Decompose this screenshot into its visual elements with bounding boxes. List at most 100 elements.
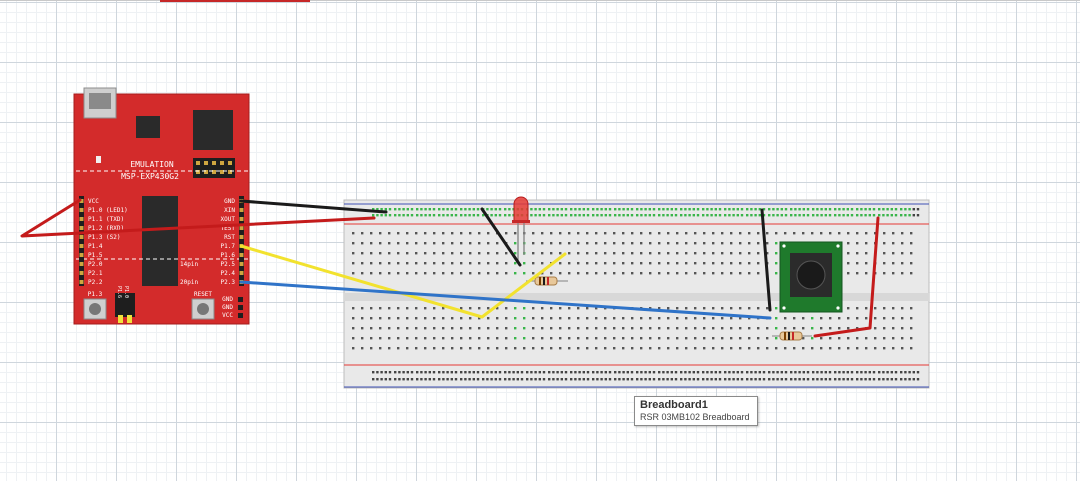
rail-hole	[468, 378, 471, 381]
rail-hole	[718, 214, 722, 217]
rail-hole	[710, 214, 713, 217]
rail-hole	[856, 208, 859, 211]
terminal-hole	[892, 272, 895, 275]
terminal-hole	[658, 242, 661, 245]
rail-hole	[838, 371, 841, 374]
rail-hole	[908, 214, 911, 217]
left-pin-label: P2.2	[88, 279, 103, 286]
rail-hole	[696, 378, 700, 381]
terminal-hole	[370, 317, 373, 320]
terminal-hole	[586, 232, 589, 235]
terminal-hole	[757, 337, 760, 340]
terminal-hole	[775, 347, 778, 350]
rail-hole	[710, 371, 713, 374]
rail-hole	[706, 378, 709, 381]
rail-hole	[714, 378, 717, 381]
terminal-hole	[496, 272, 499, 275]
terminal-hole	[847, 232, 850, 235]
terminal-hole	[568, 337, 571, 340]
rail-hole	[706, 208, 709, 211]
rail-hole	[446, 371, 449, 374]
rail-hole	[596, 378, 599, 381]
terminal-hole	[640, 242, 643, 245]
terminal-hole	[892, 242, 895, 245]
terminal-hole	[415, 252, 418, 255]
rail-hole	[582, 208, 585, 211]
terminal-hole	[622, 317, 625, 320]
rail-hole	[904, 214, 907, 217]
schematic-canvas[interactable]: EMULATION MSP-EXP430G2 VCC P1.0 (LED1) P1.…	[0, 0, 1080, 481]
rail-hole	[794, 208, 797, 211]
terminal-hole	[514, 317, 517, 320]
rail-hole	[872, 214, 876, 217]
rail-hole	[490, 378, 493, 381]
rail-hole	[482, 378, 485, 381]
rail-hole	[424, 208, 427, 211]
terminal-hole	[883, 242, 886, 245]
terminal-hole	[910, 242, 913, 245]
rail-hole	[504, 214, 507, 217]
reset-button-cap-icon	[197, 303, 209, 315]
terminal-hole	[838, 347, 841, 350]
terminal-hole	[388, 347, 391, 350]
terminal-hole	[379, 242, 382, 245]
terminal-hole	[361, 242, 364, 245]
rail-hole	[860, 214, 863, 217]
terminal-hole	[739, 242, 742, 245]
terminal-hole	[523, 272, 526, 275]
terminal-hole	[658, 272, 661, 275]
terminal-hole	[361, 327, 364, 330]
rail-hole	[472, 214, 475, 217]
rail-hole	[596, 371, 599, 374]
left-pin-icon	[79, 226, 84, 230]
terminal-hole	[865, 307, 868, 310]
right-pin-label: XOUT	[221, 216, 236, 223]
rail-hole	[520, 378, 524, 381]
rail-hole	[530, 378, 533, 381]
terminal-hole	[640, 232, 643, 235]
terminal-hole	[910, 337, 913, 340]
rail-hole	[714, 214, 717, 217]
terminal-hole	[739, 252, 742, 255]
terminal-hole	[595, 272, 598, 275]
terminal-hole	[433, 327, 436, 330]
terminal-hole	[514, 262, 517, 265]
terminal-hole	[388, 327, 391, 330]
launchpad-board[interactable]: EMULATION MSP-EXP430G2 VCC P1.0 (LED1) P1.…	[73, 87, 250, 325]
rail-hole	[508, 378, 511, 381]
rail-hole	[384, 371, 387, 374]
rail-hole	[556, 371, 559, 374]
terminal-hole	[838, 327, 841, 330]
rail-hole	[696, 371, 700, 374]
terminal-hole	[406, 262, 409, 265]
terminal-hole	[370, 347, 373, 350]
terminal-hole	[352, 262, 355, 265]
rail-hole	[450, 371, 453, 374]
rail-hole	[454, 214, 458, 217]
terminal-hole	[532, 337, 535, 340]
rail-hole	[578, 214, 581, 217]
rail-hole	[442, 378, 445, 381]
terminal-hole	[658, 317, 661, 320]
terminal-hole	[694, 272, 697, 275]
terminal-hole	[352, 272, 355, 275]
terminal-hole	[748, 262, 751, 265]
terminal-hole	[487, 262, 490, 265]
emulation-chip	[193, 110, 233, 150]
terminal-hole	[730, 317, 733, 320]
rail-hole	[812, 371, 815, 374]
terminal-hole	[604, 232, 607, 235]
rail-hole	[692, 371, 695, 374]
pushbutton-component[interactable]	[779, 241, 843, 313]
terminal-hole	[721, 327, 724, 330]
terminal-hole	[676, 242, 679, 245]
terminal-hole	[766, 337, 769, 340]
tooltip-subtitle: RSR 03MB102 Breadboard	[640, 412, 750, 422]
terminal-hole	[712, 307, 715, 310]
terminal-hole	[361, 272, 364, 275]
right-pin-icon	[239, 262, 244, 266]
rail-hole	[498, 378, 502, 381]
terminal-hole	[595, 327, 598, 330]
terminal-hole	[757, 252, 760, 255]
terminal-hole	[613, 337, 616, 340]
